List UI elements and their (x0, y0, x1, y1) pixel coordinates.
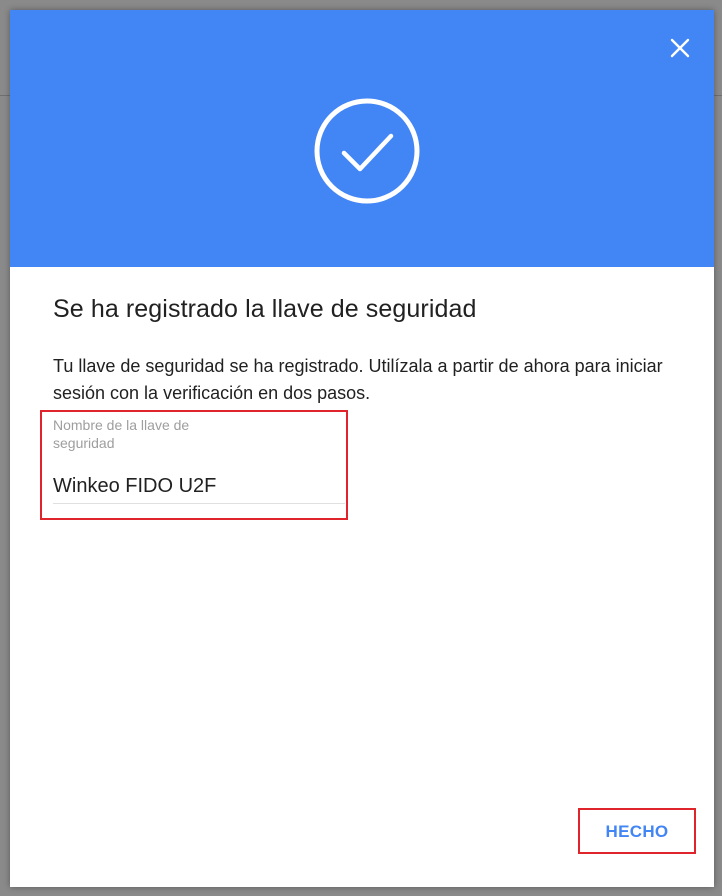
key-name-label: Nombre de la llave de seguridad (53, 417, 190, 451)
key-name-input[interactable] (53, 469, 345, 504)
security-key-dialog: Se ha registrado la llave de seguridad T… (10, 10, 714, 887)
close-icon (670, 38, 690, 58)
backdrop-divider (714, 95, 722, 96)
close-button[interactable] (664, 32, 696, 64)
check-circle-icon (314, 98, 420, 204)
dialog-header (10, 10, 714, 267)
dialog-title: Se ha registrado la llave de seguridad (53, 295, 477, 323)
done-button[interactable]: HECHO (580, 810, 694, 852)
backdrop-divider (0, 95, 10, 96)
dialog-description: Tu llave de seguridad se ha registrado. … (53, 356, 663, 403)
